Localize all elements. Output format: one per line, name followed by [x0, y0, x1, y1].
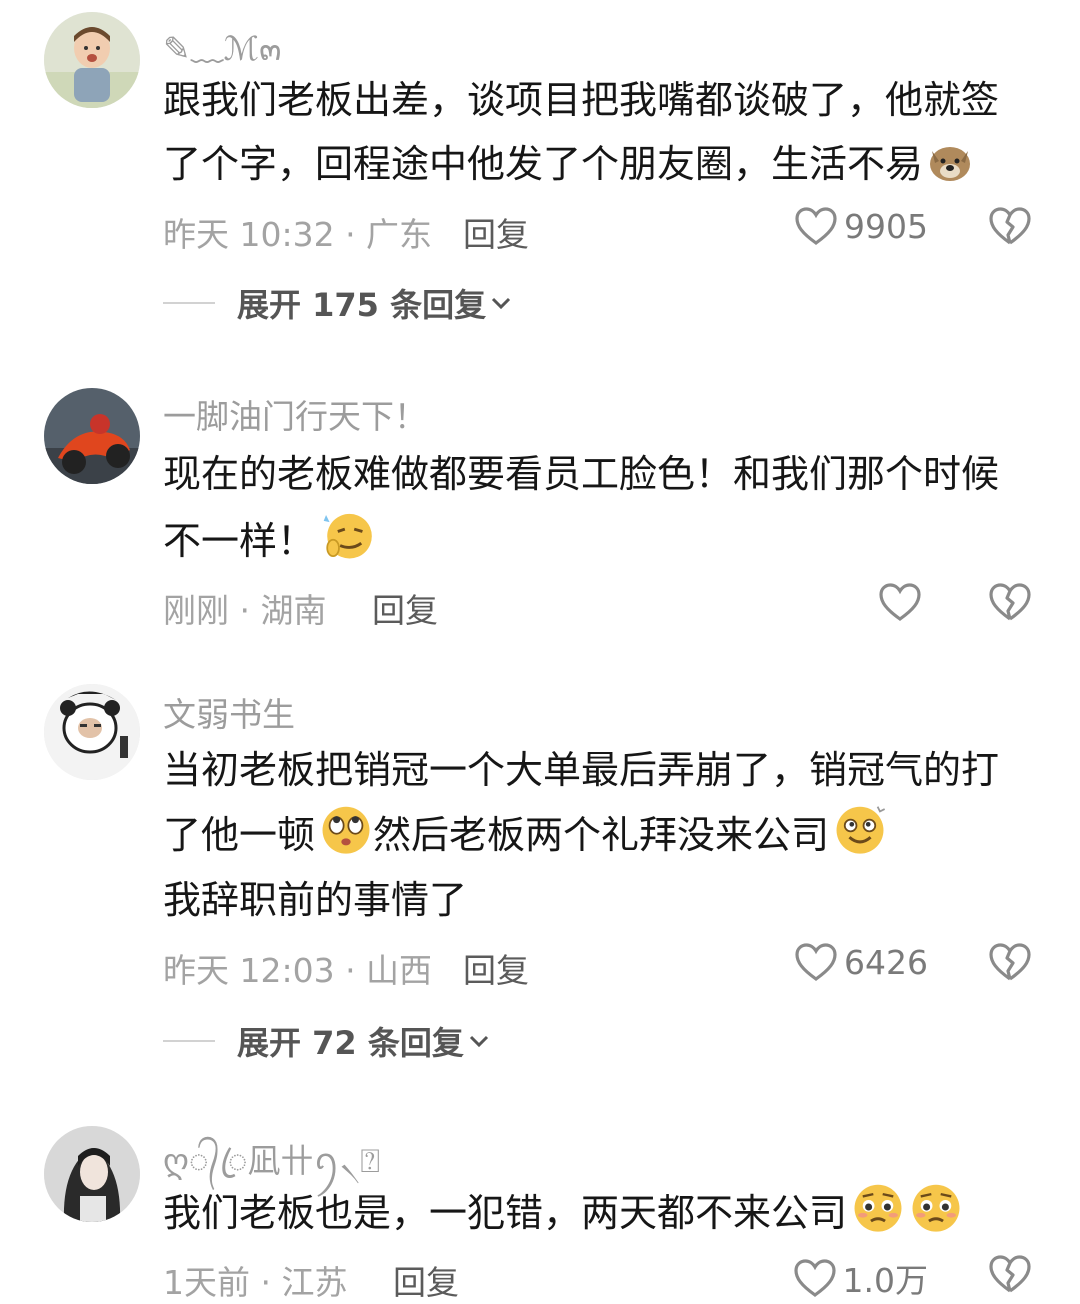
like-button[interactable]: 6426 — [794, 942, 928, 982]
comment-text-line: 当初老板把销冠一个大单最后弄崩了，销冠气的打 — [163, 748, 1000, 792]
broken-heart-icon — [989, 1255, 1031, 1293]
comment-text-line: 不一样！ — [163, 508, 373, 573]
broken-heart-icon — [989, 207, 1031, 245]
dislike-button[interactable] — [988, 1254, 1032, 1294]
heart-icon — [879, 583, 921, 621]
reply-button[interactable]: 回复 — [463, 208, 529, 256]
comment-meta: 1天前 · 江苏 — [163, 1263, 348, 1302]
comment-text: 不一样！ — [163, 519, 316, 563]
comment-text-line: 我辞职前的事情了 — [163, 878, 468, 922]
heart-icon — [793, 1259, 836, 1297]
comment-meta: 昨天 10:32 · 广东 — [163, 215, 433, 254]
pleading-emoji-icon — [912, 1184, 960, 1232]
heart-icon — [795, 207, 837, 245]
like-button[interactable] — [878, 582, 928, 622]
like-button[interactable]: 1.0万 — [793, 1254, 928, 1302]
smirk-emoji-icon — [323, 513, 372, 559]
like-count: 1.0万 — [842, 1261, 928, 1300]
expand-replies-label: 展开 72 条回复 — [237, 1024, 464, 1062]
comment-text-line: 跟我们老板出差，谈项目把我嘴都谈破了，他就签 — [163, 78, 1000, 122]
comment-meta: 昨天 12:03 · 山西 — [163, 951, 433, 990]
avatar[interactable] — [44, 12, 140, 108]
username[interactable]: 一脚油门行天下！ — [163, 390, 427, 438]
expand-replies-button[interactable]: 展开 175 条回复 — [163, 280, 512, 326]
divider — [163, 302, 215, 304]
comment-text: 了个字，回程途中他发了个朋友圈，生活不易 — [163, 142, 924, 186]
comment-text-line: 我们老板也是，一犯错，两天都不来公司 — [163, 1180, 963, 1245]
dog-emoji-icon — [930, 147, 971, 181]
chevron-down-icon — [469, 1035, 488, 1048]
comment-text-line: 了他一顿 然后老板两个礼拜没来公司 — [163, 802, 887, 867]
rolling-eyes-emoji-icon — [322, 806, 370, 854]
dizzy-smile-emoji-icon — [836, 806, 886, 854]
comment-text: 了他一顿 — [163, 813, 316, 857]
comment-text: 我们老板也是，一犯错，两天都不来公司 — [163, 1191, 848, 1235]
chevron-down-icon — [492, 297, 511, 310]
expand-replies-button[interactable]: 展开 72 条回复 — [163, 1018, 490, 1064]
heart-icon — [795, 943, 837, 981]
dislike-button[interactable] — [988, 942, 1032, 982]
comment-text: 然后老板两个礼拜没来公司 — [373, 813, 830, 857]
broken-heart-icon — [989, 943, 1031, 981]
divider — [163, 1040, 215, 1042]
comment-text-line: 现在的老板难做都要看员工脸色！和我们那个时候 — [163, 452, 1000, 496]
username[interactable]: 文弱书生 — [163, 688, 295, 736]
broken-heart-icon — [989, 583, 1031, 621]
avatar[interactable] — [44, 1126, 140, 1222]
dislike-button[interactable] — [988, 582, 1032, 622]
reply-button[interactable]: 回复 — [393, 1256, 459, 1304]
like-button[interactable]: 9905 — [794, 206, 928, 246]
expand-replies-label: 展开 175 条回复 — [237, 286, 487, 324]
comment-text-line: 了个字，回程途中他发了个朋友圈，生活不易 — [163, 132, 973, 196]
avatar[interactable] — [44, 388, 140, 484]
dislike-button[interactable] — [988, 206, 1032, 246]
pleading-emoji-icon — [854, 1184, 902, 1232]
like-count: 9905 — [844, 206, 928, 246]
avatar[interactable] — [44, 684, 140, 780]
reply-button[interactable]: 回复 — [463, 944, 529, 992]
comment-meta: 刚刚 · 湖南 — [163, 591, 327, 630]
like-count: 6426 — [844, 942, 928, 982]
reply-button[interactable]: 回复 — [372, 584, 438, 632]
